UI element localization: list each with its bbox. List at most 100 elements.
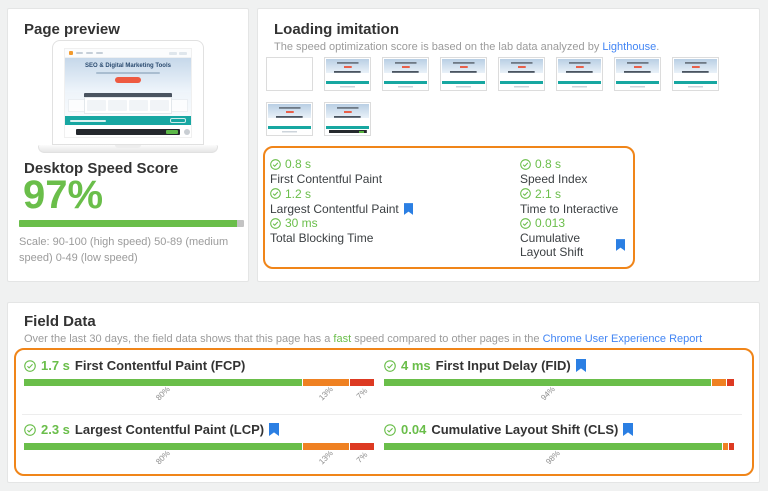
field-metric-label: First Input Delay (FID) xyxy=(435,358,571,373)
bar-segment-green: 80% xyxy=(24,443,303,466)
site-scroll-top-button-graphic xyxy=(184,129,190,135)
loading-imitation-title: Loading imitation xyxy=(274,21,399,38)
field-metric-fcp: 1.7 s First Contentful Paint (FCP) 80% 13… xyxy=(22,356,382,414)
laptop-screen: SEO & Digital Marketing Tools xyxy=(52,40,204,145)
site-teal-banner-graphic xyxy=(65,116,191,125)
field-metric-value: 2.3 s xyxy=(41,422,70,437)
page-preview-title: Page preview xyxy=(24,21,120,38)
lab-metric-fcp: 0.8 s First Contentful Paint xyxy=(270,157,520,187)
filmstrip-frame-3 xyxy=(382,57,429,91)
bookmark-icon[interactable] xyxy=(575,359,586,372)
check-circle-icon xyxy=(270,158,281,170)
filmstrip-frame-image xyxy=(268,59,311,89)
site-dashboard-card-graphic xyxy=(150,100,169,111)
site-nav-graphic xyxy=(86,52,93,54)
lab-metric-label: First Contentful Paint xyxy=(270,172,383,186)
bookmark-icon[interactable] xyxy=(403,202,413,215)
filmstrip-frame-1 xyxy=(266,57,313,91)
check-circle-icon xyxy=(520,217,531,229)
distribution-bar: 80% 13% 7% xyxy=(24,379,374,402)
lab-metric-lcp: 1.2 s Largest Contentful Paint xyxy=(270,187,520,217)
lab-metric-speed-index: 0.8 s Speed Index xyxy=(520,157,625,187)
subtitle-text-middle: speed compared to other pages in the xyxy=(351,333,543,345)
lab-metric-value: 0.8 s xyxy=(285,157,312,171)
site-dashboard-card-graphic xyxy=(108,100,127,111)
distribution-bar: 94% xyxy=(384,379,734,402)
bar-segment-percent-label: 13% xyxy=(317,384,335,403)
site-screenshot: SEO & Digital Marketing Tools xyxy=(64,48,192,138)
bar-segment-percent-label: 98% xyxy=(543,448,562,467)
site-cta-button-graphic xyxy=(115,77,141,83)
field-metric-value: 1.7 s xyxy=(41,358,70,373)
bar-segment-orange: 13% xyxy=(303,379,349,402)
filmstrip-frame-image xyxy=(616,59,659,89)
lab-metric-tbt: 30 ms Total Blocking Time xyxy=(270,216,520,259)
lab-metric-value: 30 ms xyxy=(285,216,318,230)
site-nav-buttons-graphic xyxy=(169,51,187,55)
bookmark-icon[interactable] xyxy=(616,239,625,251)
bar-segment-orange: 13% xyxy=(303,443,349,466)
lab-metrics-highlight-box: 0.8 s First Contentful Paint 0.8 s Speed… xyxy=(263,146,635,269)
subtitle-text-suffix: . xyxy=(656,41,660,53)
lab-metric-label: Total Blocking Time xyxy=(270,231,374,245)
lab-metric-value: 2.1 s xyxy=(535,186,562,201)
speed-rating-highlight: fast xyxy=(333,333,352,345)
filmstrip-frame-image xyxy=(268,104,311,134)
score-scale-note: Scale: 90-100 (high speed) 50-89 (medium… xyxy=(19,236,229,264)
bar-segment-percent-label: 7% xyxy=(354,450,370,465)
crux-report-link[interactable]: Chrome User Experience Report xyxy=(543,333,703,345)
site-dashboard-graphic xyxy=(65,92,191,116)
filmstrip-frame-4 xyxy=(440,57,487,91)
check-circle-icon xyxy=(384,359,396,372)
bar-segment-red: 7% xyxy=(349,379,374,401)
check-circle-icon xyxy=(24,423,36,436)
filmstrip-frame-7 xyxy=(614,57,661,91)
field-data-subtitle: Over the last 30 days, the field data sh… xyxy=(24,332,747,346)
site-banner-button-graphic xyxy=(170,118,186,123)
bar-segment-percent-label: 7% xyxy=(354,386,370,401)
site-hero-graphic: SEO & Digital Marketing Tools xyxy=(65,58,191,92)
subtitle-text: Over the last 30 days, the field data sh… xyxy=(24,333,334,345)
bar-segment-percent-label: 80% xyxy=(154,448,173,467)
loading-imitation-subtitle: The speed optimization score is based on… xyxy=(274,40,747,54)
distribution-bar: 80% 13% 7% xyxy=(24,443,374,466)
site-nav-button-graphic xyxy=(179,51,187,55)
lighthouse-link[interactable]: Lighthouse xyxy=(602,41,656,53)
page-preview-card: Page preview SEO & Digital Marketing Too… xyxy=(7,8,249,282)
filmstrip-frame-10 xyxy=(324,102,371,136)
speed-score-value: 97% xyxy=(23,173,104,217)
speed-score-progress-fill xyxy=(19,220,238,227)
filmstrip-frame-2 xyxy=(324,57,371,91)
loading-imitation-card: Loading imitation The speed optimization… xyxy=(257,8,760,282)
check-circle-icon xyxy=(270,217,281,229)
field-metric-label: Cumulative Layout Shift (CLS) xyxy=(431,422,619,437)
bookmark-icon[interactable] xyxy=(623,423,634,436)
filmstrip-frame-image xyxy=(558,59,601,89)
field-metric-value: 0.04 xyxy=(401,422,427,437)
site-nav-graphic xyxy=(76,52,83,54)
bookmark-icon[interactable] xyxy=(269,423,280,436)
site-banner-text-graphic xyxy=(70,119,106,122)
site-dashboard-card-graphic xyxy=(87,100,106,111)
lab-metric-cls: 0.013 Cumulative Layout Shift xyxy=(520,216,625,259)
laptop-mockup: SEO & Digital Marketing Tools xyxy=(8,40,248,153)
bar-segment-green: 98% xyxy=(384,443,722,466)
filmstrip-frame-8 xyxy=(672,57,719,91)
site-dashboard-panel-graphic xyxy=(84,97,172,114)
field-metrics-highlight-box: 1.7 s First Contentful Paint (FCP) 80% 13… xyxy=(14,348,754,476)
check-circle-icon xyxy=(520,188,531,199)
field-data-title: Field Data xyxy=(24,313,96,330)
lab-metric-value: 1.2 s xyxy=(285,186,312,201)
lab-metric-label: Time to Interactive xyxy=(520,201,619,216)
check-circle-icon xyxy=(384,423,396,436)
check-circle-icon xyxy=(520,158,531,170)
bar-segment-orange xyxy=(722,443,728,450)
site-dashboard-card-graphic xyxy=(129,100,148,111)
filmstrip-frame-9 xyxy=(266,102,313,136)
filmstrip-frame-image xyxy=(500,59,543,89)
filmstrip-frame-image xyxy=(442,59,485,89)
site-hero-subtitle-graphic xyxy=(96,72,160,74)
filmstrip-frame-5 xyxy=(498,57,545,91)
field-metric-value: 4 ms xyxy=(401,358,431,373)
field-metric-label: Largest Contentful Paint (LCP) xyxy=(74,422,265,437)
